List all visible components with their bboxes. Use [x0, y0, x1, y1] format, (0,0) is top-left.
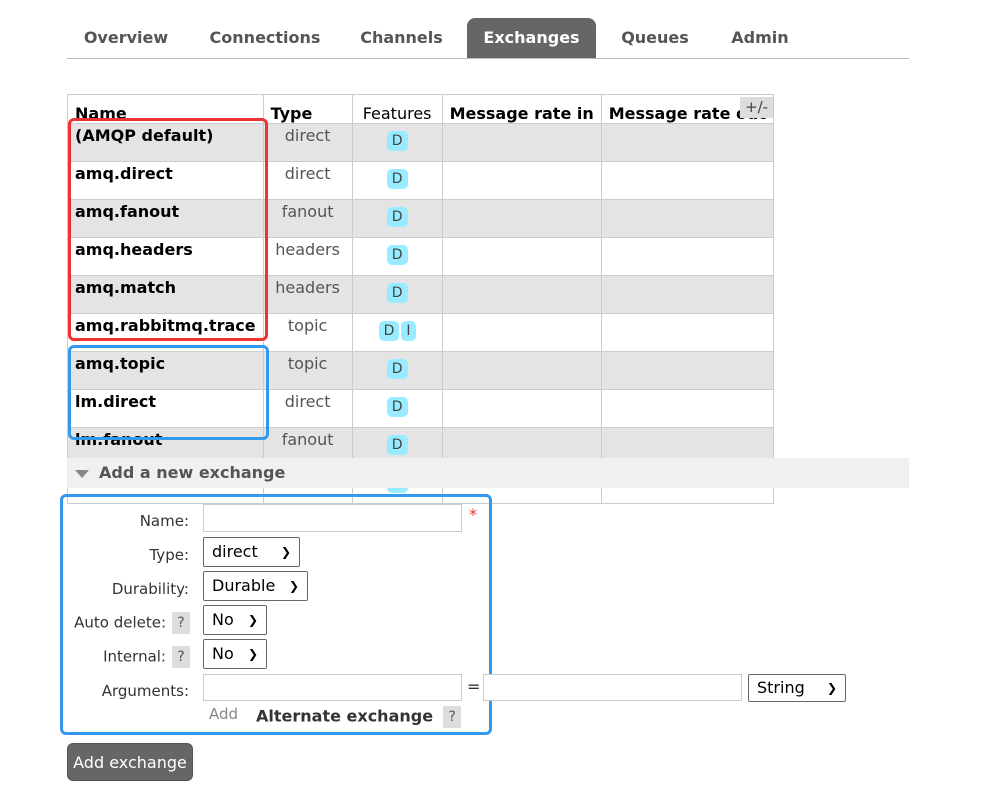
exchange-features: D — [351, 351, 443, 390]
message-rate-in — [441, 161, 602, 200]
type-label: Type: — [149, 546, 189, 564]
alternate-exchange-link[interactable]: Alternate exchange — [256, 707, 433, 726]
tab-channels[interactable]: Channels — [349, 18, 454, 58]
internal-select[interactable]: No ❯ — [203, 639, 267, 669]
message-rate-out — [600, 275, 775, 314]
exchange-features: D — [351, 389, 443, 428]
durability-select-value: Durable — [212, 576, 276, 595]
tab-admin[interactable]: Admin — [721, 18, 799, 58]
section-title: Add a new exchange — [99, 463, 286, 482]
internal-help-icon[interactable]: ? — [172, 646, 190, 668]
message-rate-in — [441, 275, 602, 314]
tab-overview[interactable]: Overview — [67, 18, 185, 58]
type-select[interactable]: direct ❯ — [203, 537, 300, 567]
feature-badge: D — [386, 283, 408, 303]
durability-select[interactable]: Durable ❯ — [203, 571, 308, 601]
chevron-down-icon: ❯ — [280, 545, 291, 559]
message-rate-in — [441, 313, 602, 352]
message-rate-out — [600, 313, 775, 352]
message-rate-in — [441, 123, 602, 162]
add-argument-link[interactable]: Add — [209, 705, 238, 723]
argument-key-input[interactable] — [203, 674, 462, 701]
exchange-features: D — [351, 123, 443, 162]
auto-delete-label: Auto delete: — [74, 613, 166, 632]
message-rate-out — [600, 123, 775, 162]
column-header-type[interactable]: Type — [262, 94, 353, 124]
auto-delete-select-value: No — [212, 610, 234, 629]
feature-badge: D — [386, 169, 408, 189]
argument-type-select[interactable]: String ❯ — [748, 674, 846, 702]
auto-delete-label-row: Auto delete:? — [60, 612, 190, 634]
internal-label-row: Internal:? — [60, 646, 190, 668]
chevron-down-icon: ❯ — [247, 613, 258, 627]
message-rate-out — [600, 199, 775, 238]
exchange-type: direct — [262, 389, 353, 428]
feature-badge: D — [386, 359, 408, 379]
name-label: Name: — [139, 512, 189, 530]
feature-badge: I — [401, 321, 416, 341]
exchange-type: headers — [262, 275, 353, 314]
exchange-features: D — [351, 161, 443, 200]
add-exchange-section-header[interactable]: Add a new exchange — [67, 458, 909, 488]
exchange-type: fanout — [262, 199, 353, 238]
blue-highlight-box-exchanges — [68, 345, 269, 440]
durability-label: Durability: — [111, 580, 189, 598]
internal-label: Internal: — [103, 647, 166, 666]
column-header-rate-in[interactable]: Message rate in — [441, 94, 602, 124]
message-rate-out — [600, 237, 775, 276]
chevron-down-icon: ❯ — [826, 681, 837, 695]
red-highlight-box — [68, 118, 268, 341]
column-toggle-button[interactable]: +/- — [740, 97, 774, 118]
auto-delete-help-icon[interactable]: ? — [172, 612, 190, 634]
message-rate-in — [441, 351, 602, 390]
nav-tabs: Overview Connections Channels Exchanges … — [67, 18, 909, 59]
internal-select-value: No — [212, 644, 234, 663]
exchange-type: headers — [262, 237, 353, 276]
required-mark: * — [469, 505, 477, 524]
alternate-exchange-help-icon[interactable]: ? — [443, 706, 462, 728]
tab-connections[interactable]: Connections — [207, 18, 323, 58]
exchange-features: DI — [351, 313, 443, 352]
message-rate-in — [441, 199, 602, 238]
exchange-type: topic — [262, 351, 353, 390]
feature-badge: D — [386, 245, 408, 265]
alternate-exchange-row: Alternate exchange? — [256, 706, 462, 728]
message-rate-in — [441, 389, 602, 428]
exchange-type: direct — [262, 161, 353, 200]
argument-type-select-value: String — [757, 678, 805, 697]
exchange-features: D — [351, 237, 443, 276]
feature-badge: D — [386, 207, 408, 227]
collapse-triangle-icon — [75, 469, 89, 478]
chevron-down-icon: ❯ — [288, 579, 299, 593]
tab-exchanges[interactable]: Exchanges — [467, 18, 596, 58]
type-select-value: direct — [212, 542, 258, 561]
feature-badge: D — [378, 321, 400, 341]
feature-badge: D — [386, 397, 408, 417]
arguments-label: Arguments: — [101, 682, 189, 700]
exchange-type: topic — [262, 313, 353, 352]
message-rate-in — [441, 237, 602, 276]
chevron-down-icon: ❯ — [247, 647, 258, 661]
feature-badge: D — [386, 435, 408, 455]
message-rate-out — [600, 389, 775, 428]
name-input[interactable] — [203, 504, 462, 532]
feature-badge: D — [386, 131, 408, 151]
message-rate-out — [600, 161, 775, 200]
equals-sign: = — [467, 677, 481, 696]
exchange-features: D — [351, 275, 443, 314]
message-rate-out — [600, 351, 775, 390]
argument-value-input[interactable] — [483, 674, 742, 701]
column-header-features[interactable]: Features — [351, 94, 443, 124]
exchange-features: D — [351, 199, 443, 238]
add-exchange-button[interactable]: Add exchange — [67, 743, 193, 781]
auto-delete-select[interactable]: No ❯ — [203, 605, 267, 635]
exchange-type: direct — [262, 123, 353, 162]
tab-queues[interactable]: Queues — [610, 18, 700, 58]
